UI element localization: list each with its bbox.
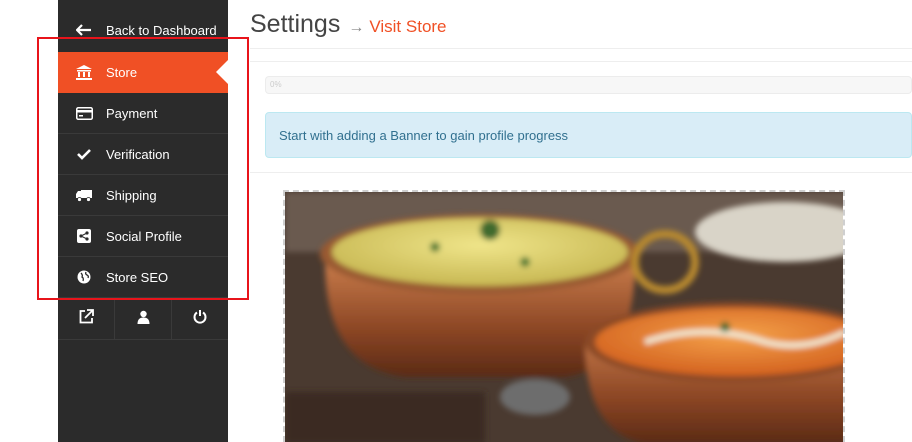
user-icon: [137, 310, 150, 329]
bank-icon: [73, 64, 95, 80]
sidebar-item-store-seo[interactable]: Store SEO: [58, 257, 228, 298]
page-header: Settings → Visit Store: [250, 0, 912, 49]
progress-label: 0%: [270, 80, 282, 89]
divider: [250, 61, 912, 62]
credit-card-icon: [73, 106, 95, 120]
checkmark-icon: [73, 148, 95, 160]
sidebar: Back to Dashboard Store Payment Verifica…: [58, 0, 228, 442]
page: Back to Dashboard Store Payment Verifica…: [0, 0, 912, 442]
divider: [250, 172, 912, 173]
banner-upload-area[interactable]: [283, 190, 845, 442]
info-notice: Start with adding a Banner to gain profi…: [265, 112, 912, 158]
visit-store-link[interactable]: Visit Store: [369, 17, 446, 37]
sidebar-item-label: Social Profile: [106, 228, 182, 244]
sidebar-item-store[interactable]: Store: [58, 52, 228, 93]
page-title: Settings: [250, 10, 341, 38]
sidebar-item-label: Payment: [106, 105, 158, 121]
arrow-right-icon: →: [348, 19, 365, 36]
visit-store-button[interactable]: [58, 299, 115, 339]
sidebar-item-label: Shipping: [106, 187, 157, 203]
back-to-dashboard-link[interactable]: Back to Dashboard: [58, 0, 228, 52]
sidebar-item-social-profile[interactable]: Social Profile: [58, 216, 228, 257]
sidebar-item-payment[interactable]: Payment: [58, 93, 228, 134]
power-icon: [193, 309, 207, 329]
sidebar-item-shipping[interactable]: Shipping: [58, 175, 228, 216]
notice-text: Start with adding a Banner to gain profi…: [279, 127, 569, 143]
edit-account-button[interactable]: [115, 299, 172, 339]
sidebar-item-label: Verification: [106, 146, 170, 162]
profile-progress-bar: 0%: [265, 76, 912, 94]
sidebar-item-verification[interactable]: Verification: [58, 134, 228, 175]
sidebar-bottom-toolbar: [58, 298, 228, 340]
banner-image: [285, 192, 843, 442]
sidebar-item-label: Store SEO: [106, 269, 169, 285]
main-content: Settings → Visit Store 0% Start with add…: [250, 0, 912, 442]
external-link-icon: [79, 309, 94, 329]
arrow-left-icon: [73, 24, 95, 36]
logout-button[interactable]: [172, 299, 228, 339]
globe-icon: [73, 270, 95, 284]
truck-icon: [73, 189, 95, 202]
sidebar-item-label: Store: [106, 64, 138, 80]
share-icon: [73, 229, 95, 243]
back-label: Back to Dashboard: [106, 22, 217, 38]
